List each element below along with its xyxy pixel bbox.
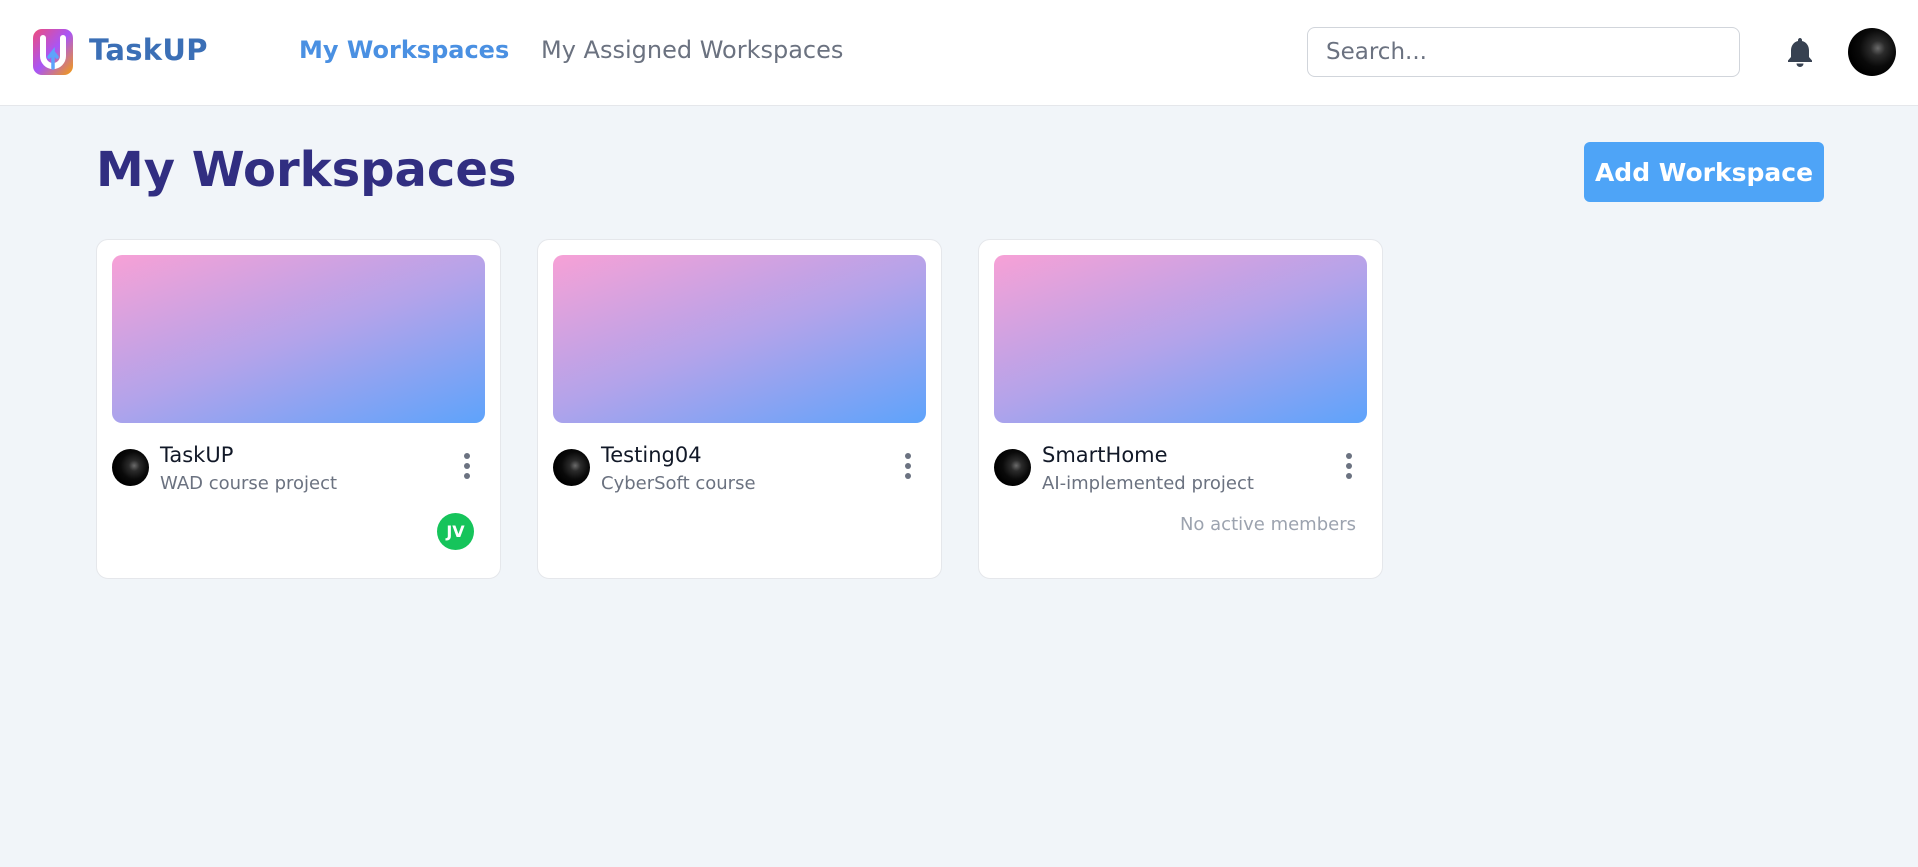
workspace-description: CyberSoft course <box>601 473 756 494</box>
brand-name[interactable]: TaskUP <box>89 33 208 67</box>
no-active-members-text: No active members <box>1179 514 1356 535</box>
workspace-banner <box>553 255 926 423</box>
workspace-description: AI-implemented project <box>1042 473 1254 494</box>
owner-avatar <box>112 449 149 486</box>
nav-my-workspaces[interactable]: My Workspaces <box>299 36 509 64</box>
owner-avatar <box>994 449 1031 486</box>
workspace-banner <box>994 255 1367 423</box>
owner-avatar <box>553 449 590 486</box>
nav-my-assigned-workspaces[interactable]: My Assigned Workspaces <box>541 36 843 64</box>
workspace-card-taskup[interactable]: TaskUP WAD course project JV <box>96 239 501 579</box>
workspace-card-smarthome[interactable]: SmartHome AI-implemented project No acti… <box>978 239 1383 579</box>
more-vertical-icon[interactable] <box>900 450 916 482</box>
more-vertical-icon[interactable] <box>1341 450 1357 482</box>
bell-icon[interactable] <box>1785 36 1815 68</box>
add-workspace-button[interactable]: Add Workspace <box>1584 142 1824 202</box>
user-avatar[interactable] <box>1848 28 1896 76</box>
workspace-name: Testing04 <box>601 443 702 467</box>
page-title: My Workspaces <box>96 142 517 198</box>
workspace-description: WAD course project <box>160 473 338 494</box>
workspace-banner <box>112 255 485 423</box>
top-header: TaskUP My Workspaces My Assigned Workspa… <box>0 0 1918 106</box>
workspace-name: TaskUP <box>160 443 234 467</box>
member-avatar-badge: JV <box>437 513 474 550</box>
more-vertical-icon[interactable] <box>459 450 475 482</box>
taskup-logo-icon[interactable] <box>32 28 74 76</box>
workspace-name: SmartHome <box>1042 443 1168 467</box>
workspace-card-testing04[interactable]: Testing04 CyberSoft course <box>537 239 942 579</box>
search-input[interactable] <box>1307 27 1740 77</box>
